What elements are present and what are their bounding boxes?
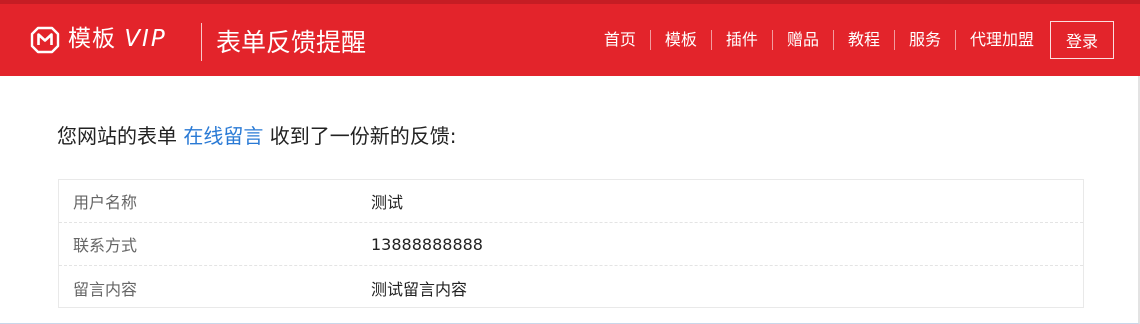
page-frame: 模板 VIP 表单反馈提醒 首页 模板 插件 赠品 教程 服务 代理加盟 登录 … — [0, 0, 1140, 324]
nav-item-gifts[interactable]: 赠品 — [773, 30, 834, 50]
field-value: 测试 — [371, 193, 404, 212]
nav-item-tutorials[interactable]: 教程 — [834, 30, 895, 50]
main-nav: 首页 模板 插件 赠品 教程 服务 代理加盟 登录 — [590, 4, 1114, 76]
nav-item-plugins[interactable]: 插件 — [712, 30, 773, 50]
field-label: 联系方式 — [73, 236, 138, 255]
login-button[interactable]: 登录 — [1050, 21, 1114, 59]
table-row: 联系方式 13888888888 — [59, 223, 1083, 266]
logo[interactable]: 模板 VIP — [30, 24, 167, 54]
logo-icon — [30, 24, 60, 54]
table-row: 用户名称 测试 — [59, 180, 1083, 223]
feedback-table: 用户名称 测试 联系方式 13888888888 留言内容 测试留言内容 — [58, 179, 1084, 308]
field-label: 留言内容 — [73, 279, 138, 299]
feedback-message: 您网站的表单 在线留言 收到了一份新的反馈: — [57, 122, 456, 150]
logo-text-vip: VIP — [124, 26, 167, 52]
field-label: 用户名称 — [73, 193, 138, 212]
message-suffix: 收到了一份新的反馈: — [269, 124, 457, 148]
message-prefix: 您网站的表单 — [57, 124, 177, 148]
form-name-link[interactable]: 在线留言 — [183, 124, 263, 148]
table-row: 留言内容 测试留言内容 — [59, 266, 1083, 309]
logo-text: 模板 VIP — [68, 24, 167, 54]
nav-item-templates[interactable]: 模板 — [651, 30, 712, 50]
top-header: 模板 VIP 表单反馈提醒 首页 模板 插件 赠品 教程 服务 代理加盟 登录 — [0, 0, 1140, 76]
header-divider — [201, 23, 202, 61]
nav-item-agency[interactable]: 代理加盟 — [956, 30, 1046, 50]
logo-text-main: 模板 — [68, 26, 116, 52]
page-title: 表单反馈提醒 — [216, 28, 367, 57]
nav-item-home[interactable]: 首页 — [590, 30, 651, 50]
nav-item-services[interactable]: 服务 — [895, 30, 956, 50]
field-value: 13888888888 — [371, 234, 483, 254]
field-value: 测试留言内容 — [371, 279, 468, 299]
